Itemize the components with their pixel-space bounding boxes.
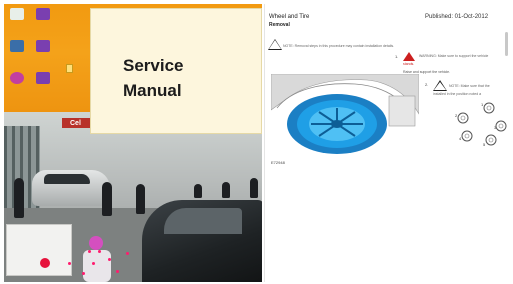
scrollbar-thumb[interactable] xyxy=(505,32,508,56)
wheel-nut-diagram: 1 2 3 4 5 xyxy=(455,102,507,147)
warning-icon xyxy=(403,52,415,61)
technician xyxy=(250,178,258,198)
red-marker xyxy=(40,258,50,268)
document-title: Wheel and Tire xyxy=(269,14,310,20)
manual-document: Wheel and Tire Published: 01-Oct-2012 Re… xyxy=(264,4,511,282)
workbench xyxy=(6,224,72,276)
tracking-dot xyxy=(92,262,95,265)
warning-text-continued: stands. xyxy=(403,62,415,66)
desktop-icon[interactable] xyxy=(6,40,28,53)
mannequin-head xyxy=(89,236,103,250)
nut-label: 1 xyxy=(481,102,484,107)
control-panel-icon xyxy=(10,72,24,84)
technician xyxy=(136,184,145,214)
tracking-dot xyxy=(88,250,91,253)
note-icon-inner xyxy=(434,82,446,90)
tracking-dot xyxy=(126,252,129,255)
tracking-dot xyxy=(68,262,71,265)
published-date: Published: 01-Oct-2012 xyxy=(425,14,489,20)
tracking-dot xyxy=(82,272,85,275)
app-icon xyxy=(10,8,24,20)
service-manual-overlay: Service Manual xyxy=(90,8,262,134)
mannequin-body xyxy=(83,250,111,282)
nut-label: 5 xyxy=(483,142,486,147)
note-text: NOTE: Removal steps in this procedure ma… xyxy=(283,44,395,48)
computer-icon xyxy=(10,40,24,52)
tracked-mannequin xyxy=(76,236,120,282)
tracking-dot xyxy=(98,250,101,253)
desktop-icon[interactable] xyxy=(6,72,28,85)
wheel-hub xyxy=(331,120,343,128)
video-composite: Cel Service Manual xyxy=(4,4,262,282)
technician xyxy=(222,182,230,198)
figure-id: E72948 xyxy=(271,160,285,165)
technician xyxy=(102,182,112,216)
warning-text: WARNING: Make sure to support the vehicl… xyxy=(419,54,489,58)
note-icon-inner xyxy=(269,40,281,49)
workshop-video: Cel xyxy=(4,112,262,282)
overlay-title-line-1: Service xyxy=(123,56,184,75)
desktop-icon[interactable] xyxy=(32,8,54,21)
step-number: 1. xyxy=(395,54,399,59)
nut-label: 2 xyxy=(455,113,458,118)
technician xyxy=(14,178,24,218)
section-heading: Removal xyxy=(269,22,290,28)
dark-car-window xyxy=(164,208,242,234)
step-number: 2. xyxy=(425,82,429,87)
tracking-dot xyxy=(108,258,111,261)
nut-label: 4 xyxy=(459,136,462,141)
overlay-title: Service Manual xyxy=(123,53,243,103)
technician xyxy=(194,184,202,198)
desktop-icon[interactable] xyxy=(32,72,54,85)
tracking-dot xyxy=(116,270,119,273)
file-icon[interactable] xyxy=(66,64,73,73)
desktop-icon[interactable] xyxy=(6,8,28,21)
note-text-continued: installed in the position noted a xyxy=(433,92,482,96)
note-text: NOTE: Make sure that the xyxy=(449,84,490,88)
wheel-illustration xyxy=(271,74,419,154)
wall-banner-text: Cel xyxy=(70,120,81,127)
user-folder-icon xyxy=(36,8,50,20)
silver-car-window xyxy=(44,174,90,184)
desktop-icon[interactable] xyxy=(32,40,54,53)
user-folder-icon xyxy=(36,72,50,84)
overlay-title-line-2: Manual xyxy=(123,81,182,100)
user-folder-icon xyxy=(36,40,50,52)
brake-assembly xyxy=(388,95,416,127)
